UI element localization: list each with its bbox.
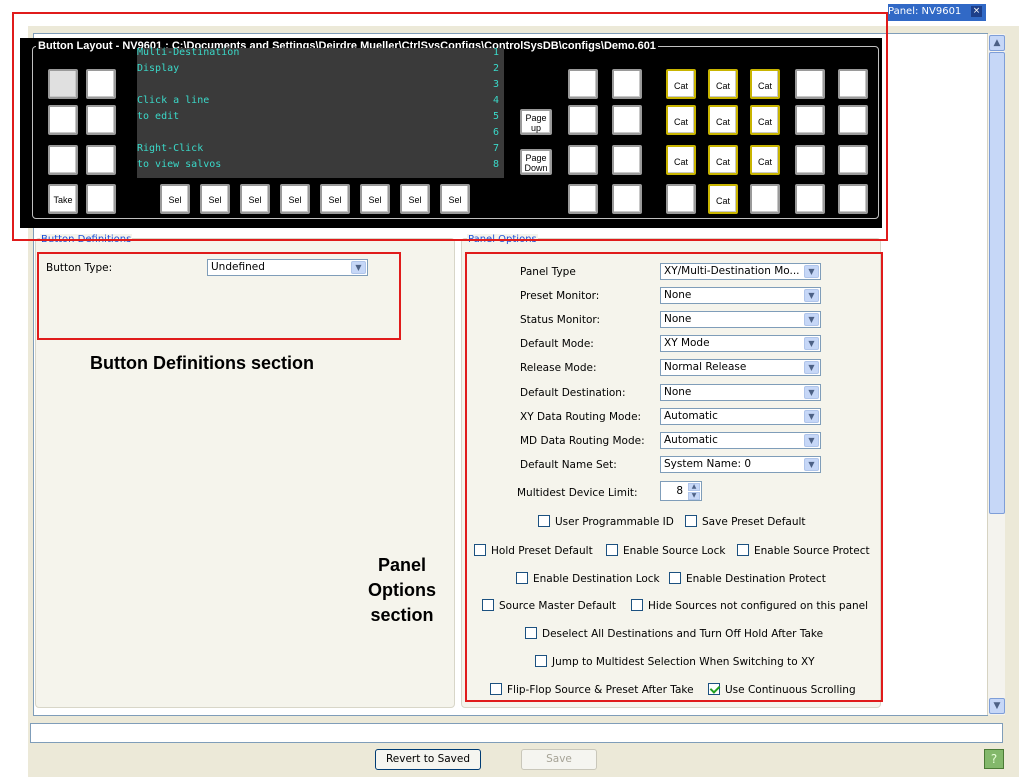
status-bar (30, 723, 1003, 743)
annotation-line: Options (368, 580, 436, 600)
help-icon[interactable]: ? (984, 749, 1004, 769)
button-definitions-annotation: Button Definitions section (90, 353, 314, 373)
annotation-line: Panel (377, 555, 427, 575)
save-button[interactable]: Save (521, 749, 597, 770)
panel-tab-label: Panel: NV9601 (888, 6, 962, 17)
close-icon[interactable]: × (971, 6, 982, 17)
scroll-down-icon[interactable]: ▼ (989, 698, 1005, 714)
panel-tab[interactable]: Panel: NV9601 × (888, 4, 986, 21)
revert-to-saved-button[interactable]: Revert to Saved (375, 749, 481, 770)
scroll-thumb[interactable] (989, 52, 1005, 514)
panel-options-annotation: Panel Options section (356, 553, 448, 628)
button-layout-highlight (12, 12, 888, 241)
scroll-up-icon[interactable]: ▲ (989, 35, 1005, 51)
button-definitions-highlight (37, 252, 401, 340)
vertical-scrollbar[interactable]: ▲ ▼ (987, 34, 1005, 715)
annotation-line: section (370, 605, 434, 625)
panel-options-highlight (465, 252, 883, 702)
